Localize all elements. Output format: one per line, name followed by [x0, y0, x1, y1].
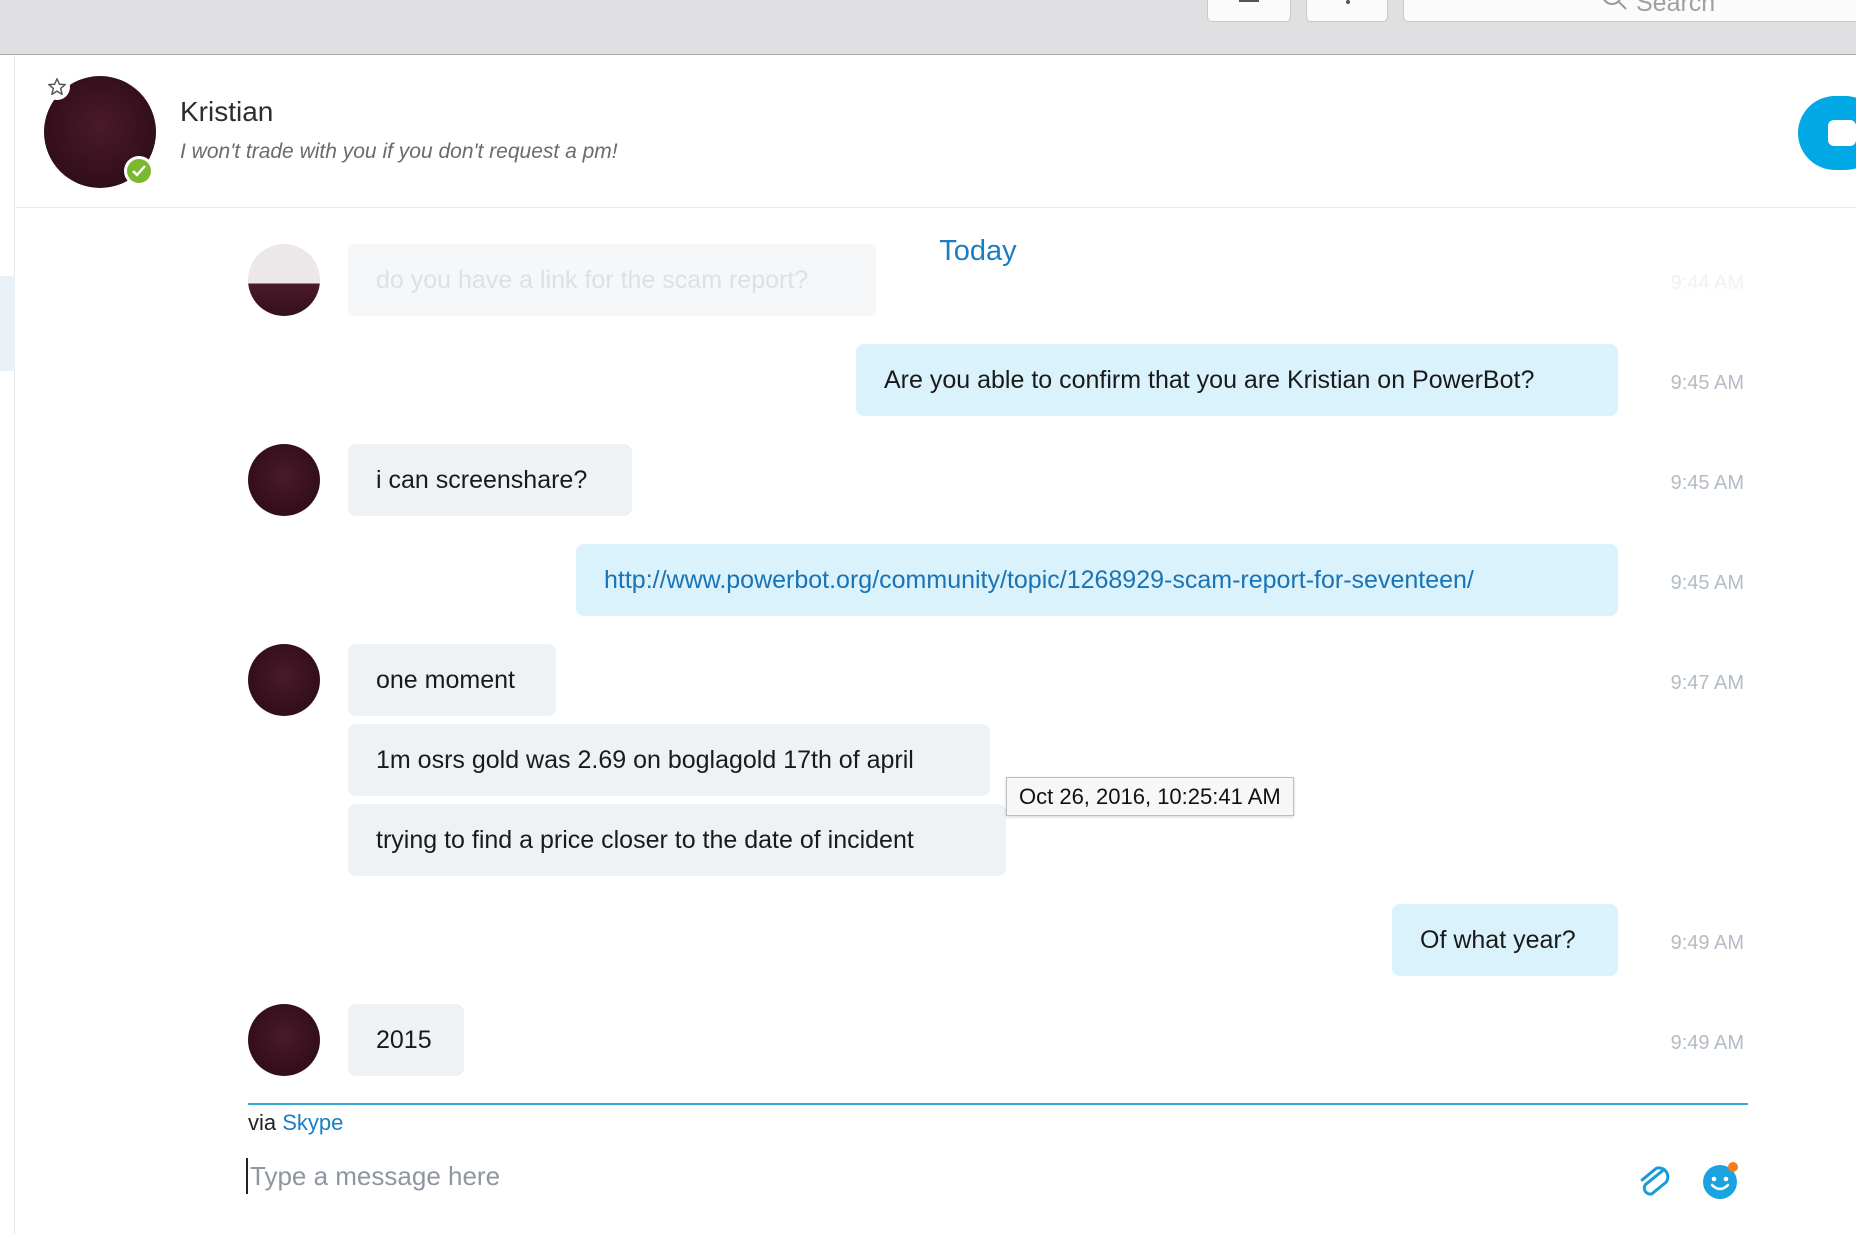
sidebar-selected-indicator	[0, 276, 15, 371]
video-camera-icon	[1828, 120, 1856, 146]
message-bubble-incoming[interactable]: 1m osrs gold was 2.69 on boglagold 17th …	[348, 724, 990, 796]
message-avatar[interactable]	[248, 1004, 320, 1076]
contact-mood-message: I won't trade with you if you don't requ…	[180, 140, 618, 163]
favorite-button[interactable]	[44, 74, 70, 100]
message-bubble-incoming[interactable]: 2015	[348, 1004, 464, 1076]
message-bubble-incoming[interactable]: do you have a link for the scam report?	[348, 244, 876, 316]
service-selector[interactable]: Skype	[282, 1110, 343, 1135]
message-avatar[interactable]	[248, 244, 320, 316]
compose-button[interactable]	[1207, 0, 1291, 22]
message-timestamp: 9:47 AM	[1670, 672, 1744, 694]
message-timestamp: 9:49 AM	[1670, 932, 1744, 954]
via-prefix: via	[248, 1110, 277, 1135]
message-bubble-incoming[interactable]: one moment	[348, 644, 556, 716]
checkmark-icon	[132, 165, 146, 177]
message-bubble-incoming[interactable]: i can screenshare?	[348, 444, 632, 516]
search-icon	[1603, 0, 1627, 10]
message-bubble-incoming[interactable]: trying to find a price closer to the dat…	[348, 804, 1006, 876]
conversation-header: Kristian I won't trade with you if you d…	[16, 56, 1856, 208]
message-bubble-outgoing[interactable]: Are you able to confirm that you are Kri…	[856, 344, 1618, 416]
title-bar: Search	[0, 0, 1856, 55]
dialpad-icon	[1346, 0, 1350, 4]
paperclip-icon[interactable]	[1636, 1162, 1672, 1202]
video-call-button[interactable]	[1798, 96, 1856, 170]
message-timestamp: 9:45 AM	[1670, 572, 1744, 594]
star-outline-icon	[48, 78, 66, 96]
timestamp-tooltip: Oct 26, 2016, 10:25:41 AM	[1006, 777, 1294, 816]
message-bubble-outgoing[interactable]: Of what year?	[1392, 904, 1618, 976]
compose-icon	[1239, 0, 1259, 2]
message-avatar[interactable]	[248, 644, 320, 716]
message-timestamp: 9:49 AM	[1670, 1032, 1744, 1054]
skype-window: Search Kristian I won't trade with you i…	[0, 0, 1856, 1234]
search-placeholder: Search	[1636, 0, 1716, 17]
message-timestamp: 9:45 AM	[1670, 372, 1744, 394]
message-timestamp: 9:44 AM	[1670, 272, 1744, 294]
message-link[interactable]: http://www.powerbot.org/community/topic/…	[576, 544, 1618, 616]
message-timestamp: 9:45 AM	[1670, 472, 1744, 494]
left-sidebar-edge	[0, 56, 15, 1234]
message-input[interactable]	[246, 1158, 1596, 1194]
online-status-badge	[124, 156, 154, 186]
dialpad-button[interactable]	[1306, 0, 1388, 22]
search-field[interactable]: Search	[1403, 0, 1856, 22]
composer-divider	[248, 1103, 1748, 1105]
emoji-smiley-icon[interactable]	[1700, 1160, 1742, 1202]
contact-name[interactable]: Kristian	[180, 96, 273, 128]
message-avatar[interactable]	[248, 444, 320, 516]
via-service-label: via Skype	[248, 1110, 343, 1136]
